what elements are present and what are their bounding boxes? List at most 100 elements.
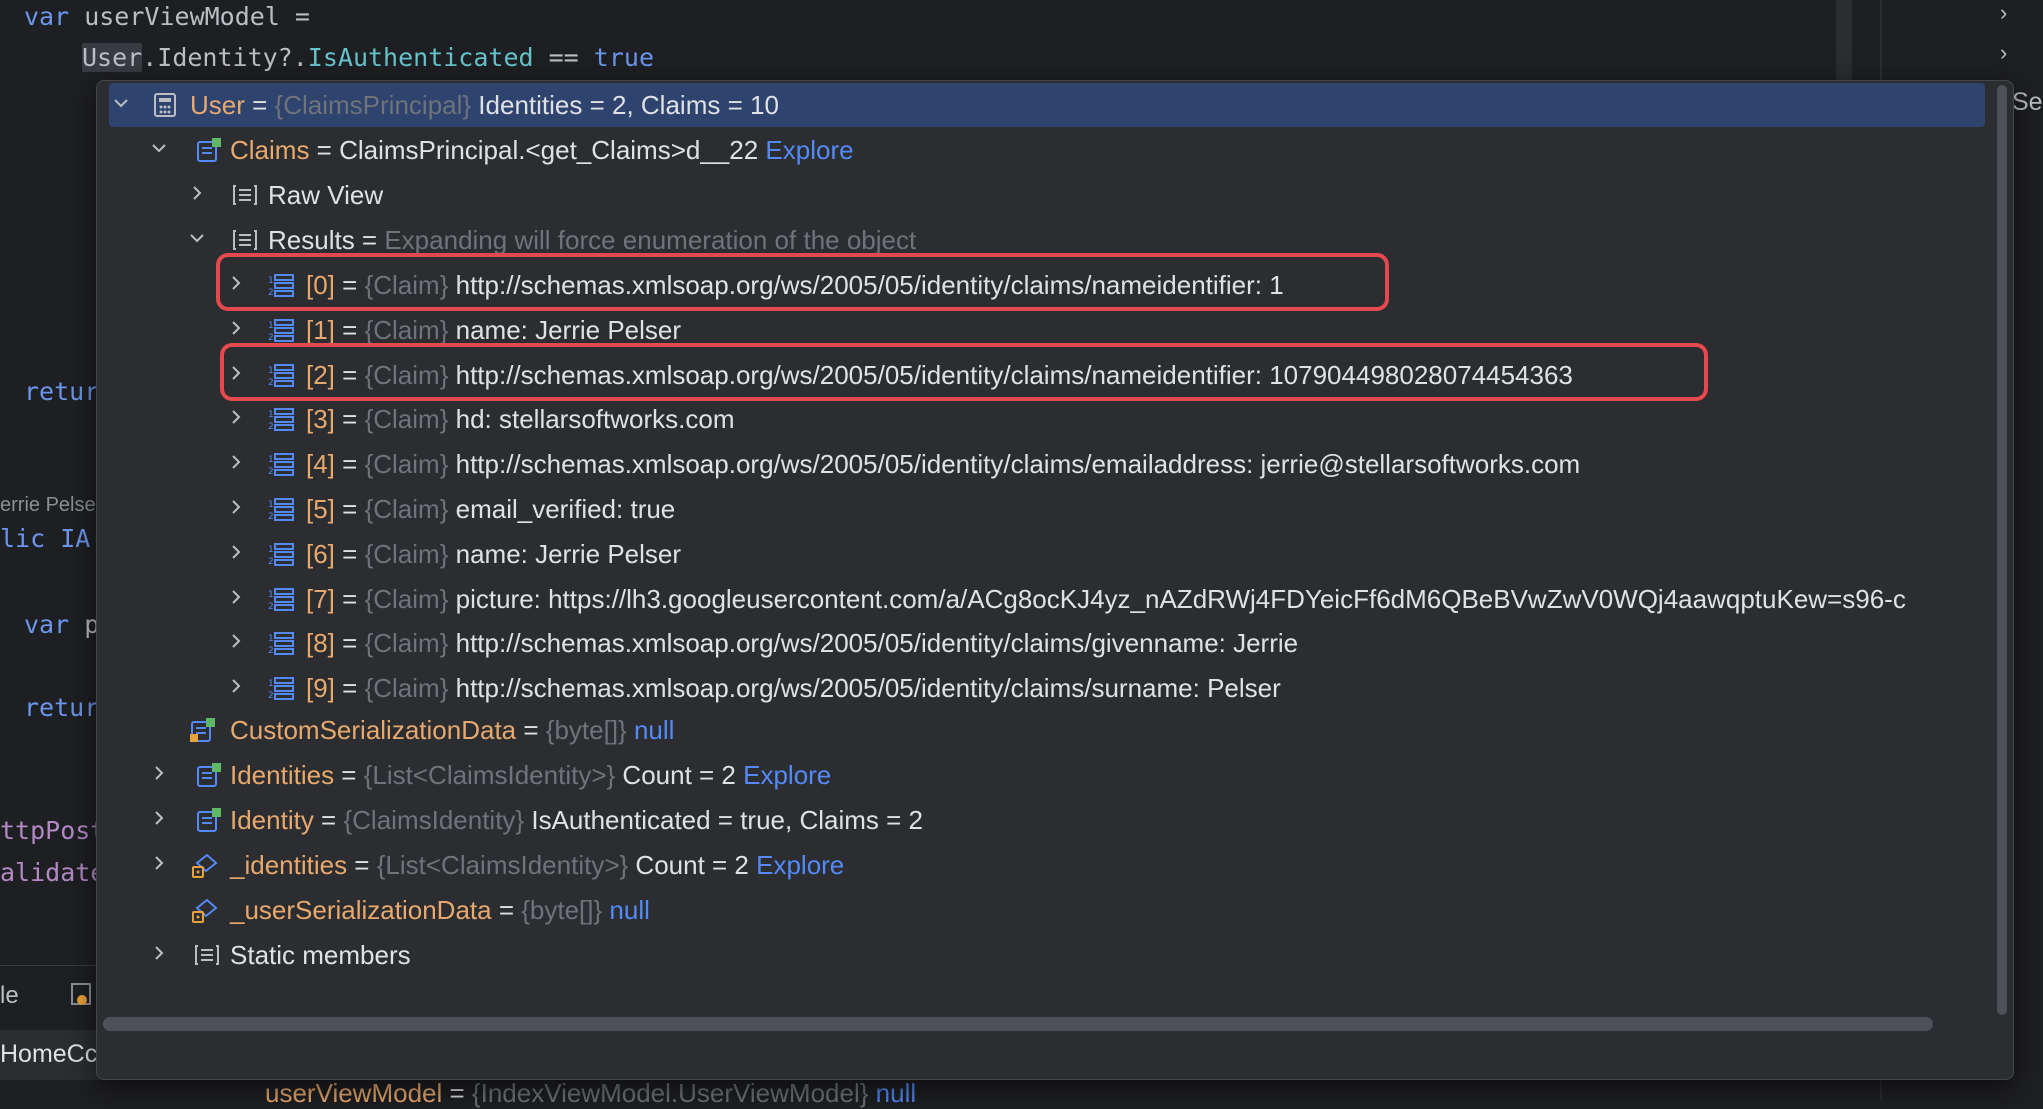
list-view-icon — [193, 941, 221, 969]
claim-value: email_verified: true — [448, 494, 676, 524]
type-label: {List<ClaimsIdentity>} — [363, 760, 616, 790]
chevron-right-icon[interactable]: › — [2000, 0, 2007, 26]
chevron-right-icon[interactable] — [224, 586, 248, 610]
chevron-right-icon[interactable] — [147, 807, 171, 831]
variable-name: Claims — [230, 135, 310, 165]
vertical-scrollbar[interactable] — [1997, 85, 2007, 1015]
tree-row-claims[interactable]: Claims = ClaimsPrincipal.<get_Claims>d__… — [97, 128, 1987, 172]
svg-text:1: 1 — [268, 590, 274, 600]
chevron-right-icon[interactable] — [224, 317, 248, 341]
debugger-quick-view-popup: User = {ClaimsPrincipal} Identities = 2,… — [96, 80, 2014, 1080]
value-text: ClaimsPrincipal.<get_Claims>d__22 — [339, 135, 766, 165]
tree-row-claim-item[interactable]: 1 2 [3] = {Claim} hd: stellarsoftworks.com — [97, 397, 1987, 441]
tree-row-private-identities[interactable]: _identities = {List<ClaimsIdentity>} Cou… — [97, 843, 1987, 887]
collection-item-icon: 12 — [267, 585, 295, 613]
tree-row-claim-item[interactable]: 1 2 [6] = {Claim} name: Jerrie Pelser — [97, 532, 1987, 576]
code-return-2: retur — [24, 693, 100, 722]
claim-value: name: Jerrie Pelser — [448, 538, 682, 569]
horizontal-scrollbar[interactable] — [103, 1017, 1933, 1031]
chevron-right-icon[interactable] — [224, 451, 248, 475]
tree-row-static-members[interactable]: Static members — [97, 933, 1987, 977]
tree-row-claim-item[interactable]: 1 2 [4] = {Claim} http://schemas.xmlsoap.o… — [97, 442, 1987, 486]
explore-link[interactable]: Explore — [756, 850, 844, 880]
tree-row-raw-view[interactable]: Raw View — [97, 173, 1987, 217]
value-text: IsAuthenticated = true, Claims = 2 — [524, 805, 923, 835]
chevron-down-icon[interactable] — [109, 92, 133, 116]
chevron-right-icon[interactable] — [224, 496, 248, 520]
results-hint: Expanding will force enumeration of the … — [384, 225, 917, 255]
type-label: {ClaimsPrincipal} — [274, 90, 472, 120]
chevron-right-icon[interactable] — [224, 406, 248, 430]
tree-row-user[interactable]: User = {ClaimsPrincipal} Identities = 2,… — [109, 83, 1985, 127]
explore-link[interactable]: Explore — [765, 135, 853, 165]
list-view-icon — [231, 181, 259, 209]
svg-text:2: 2 — [268, 646, 274, 656]
chevron-right-icon[interactable] — [224, 541, 248, 565]
item-index: [4] — [306, 449, 335, 480]
chevron-right-icon[interactable] — [224, 630, 248, 654]
chevron-down-icon[interactable] — [185, 227, 209, 251]
explore-link[interactable]: Explore — [743, 760, 831, 790]
row-text: [7] = {Claim} picture: https://lh3.googl… — [306, 581, 1906, 617]
tree-row-claim-item[interactable]: 1 2 [8] = {Claim} http://schemas.xmlsoap.o… — [97, 621, 1987, 665]
collection-item-icon: 12 — [267, 450, 295, 478]
code-var-p: var p — [24, 610, 99, 639]
item-index: [1] — [306, 314, 335, 345]
row-text: CustomSerializationData = {byte[]} null — [230, 712, 674, 748]
bottom-variable-row: userViewModel = {IndexViewModel.UserView… — [265, 1078, 916, 1109]
variable-name: User — [190, 90, 245, 120]
svg-text:1: 1 — [268, 545, 274, 555]
value-text: Count = 2 — [628, 850, 757, 880]
tree-row-claim-item[interactable]: 1 2 [7] = {Claim} picture: https://lh3.goo… — [97, 577, 1987, 621]
property-icon — [195, 761, 223, 789]
type-label: {Claim} — [364, 449, 449, 480]
file-tab-bar: HomeCc — [0, 1030, 100, 1080]
collection-item-icon: 12 — [267, 316, 295, 344]
item-index: [9] — [306, 673, 335, 704]
tree-row-identity[interactable]: Identity = {ClaimsIdentity} IsAuthentica… — [97, 798, 1987, 842]
equals: = — [334, 538, 365, 569]
debug-tool-icon[interactable] — [70, 980, 94, 1008]
results-label: Results — [268, 225, 355, 255]
var-null: null — [868, 1078, 917, 1108]
collection-item-icon: 12 — [267, 405, 295, 433]
tree-row-custom-serialization-data[interactable]: CustomSerializationData = {byte[]} null — [97, 708, 1987, 752]
equals: = — [334, 314, 365, 345]
svg-text:2: 2 — [268, 691, 274, 701]
chevron-right-icon[interactable] — [185, 182, 209, 206]
code-text: .Identity?. — [142, 43, 308, 72]
collection-item-icon: 12 — [267, 674, 295, 702]
equals: = — [334, 760, 364, 790]
chevron-right-icon[interactable]: › — [2000, 40, 2007, 66]
tree-row-identities[interactable]: Identities = {List<ClaimsIdentity>} Coun… — [97, 753, 1987, 797]
chevron-right-icon[interactable] — [147, 762, 171, 786]
claim-value: http://schemas.xmlsoap.org/ws/2005/05/id… — [448, 449, 1581, 480]
tree-row-claim-item[interactable]: 1 2 [5] = {Claim} email_verified: true — [97, 487, 1987, 531]
code-property: IsAuthenticated — [307, 43, 534, 72]
svg-text:2: 2 — [268, 512, 274, 522]
file-tab-homecontroller[interactable]: HomeCc — [0, 1040, 97, 1069]
tree-row-user-serialization-data[interactable]: _userSerializationData = {byte[]} null — [97, 888, 1987, 932]
property-icon — [195, 136, 223, 164]
type-label: {Claim} — [364, 404, 449, 435]
chevron-down-icon[interactable] — [147, 137, 171, 161]
chevron-right-icon[interactable] — [224, 675, 248, 699]
row-text: [3] = {Claim} hd: stellarsoftworks.com — [306, 401, 734, 437]
row-text: Claims = ClaimsPrincipal.<get_Claims>d__… — [230, 132, 854, 168]
type-label: {Claim} — [364, 494, 449, 524]
list-view-icon — [231, 226, 259, 254]
type-label: {byte[]} — [521, 895, 603, 925]
row-text: [4] = {Claim} http://schemas.xmlsoap.org… — [306, 446, 1580, 482]
type-label: {byte[]} — [545, 715, 627, 745]
highlight-box-claim-0 — [216, 253, 1389, 311]
chevron-right-icon[interactable] — [147, 852, 171, 876]
code-text: p — [69, 610, 100, 639]
svg-text:2: 2 — [268, 422, 274, 432]
row-text: [9] = {Claim} http://schemas.xmlsoap.org… — [306, 670, 1281, 706]
var-type: {IndexViewModel.UserViewModel} — [471, 1078, 869, 1108]
chevron-right-icon[interactable] — [147, 942, 171, 966]
code-user-token[interactable]: User — [82, 43, 143, 72]
tree-row-claim-item[interactable]: 1 2 [9] = {Claim} http://schemas.xmlsoap.o… — [97, 666, 1987, 710]
static-members-label: Static members — [230, 940, 411, 970]
svg-text:1: 1 — [268, 634, 274, 644]
